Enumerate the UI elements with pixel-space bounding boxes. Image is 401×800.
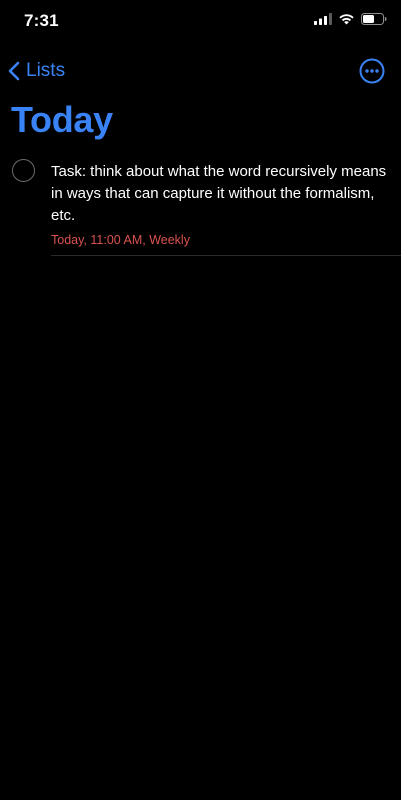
chevron-left-icon: [8, 61, 20, 81]
battery-icon: [361, 13, 387, 25]
reminder-title[interactable]: Task: think about what the word recursiv…: [51, 161, 391, 227]
reminder-checkbox[interactable]: [12, 159, 35, 182]
ellipsis-circle-icon: [359, 58, 385, 84]
back-button[interactable]: Lists: [4, 56, 69, 86]
back-label: Lists: [26, 60, 66, 81]
row-divider: [51, 255, 401, 256]
status-bar: 7:31: [0, 0, 401, 44]
cellular-signal-icon: [314, 13, 332, 25]
reminder-due-date: Today, 11:00 AM, Weekly: [51, 233, 190, 247]
reminder-content: Task: think about what the word recursiv…: [51, 161, 391, 248]
page-title: Today: [11, 99, 113, 140]
navigation-bar: Lists: [0, 52, 401, 92]
more-options-button[interactable]: [359, 58, 385, 84]
wifi-icon: [339, 14, 354, 25]
status-icons: [314, 13, 387, 25]
status-time: 7:31: [24, 11, 59, 30]
